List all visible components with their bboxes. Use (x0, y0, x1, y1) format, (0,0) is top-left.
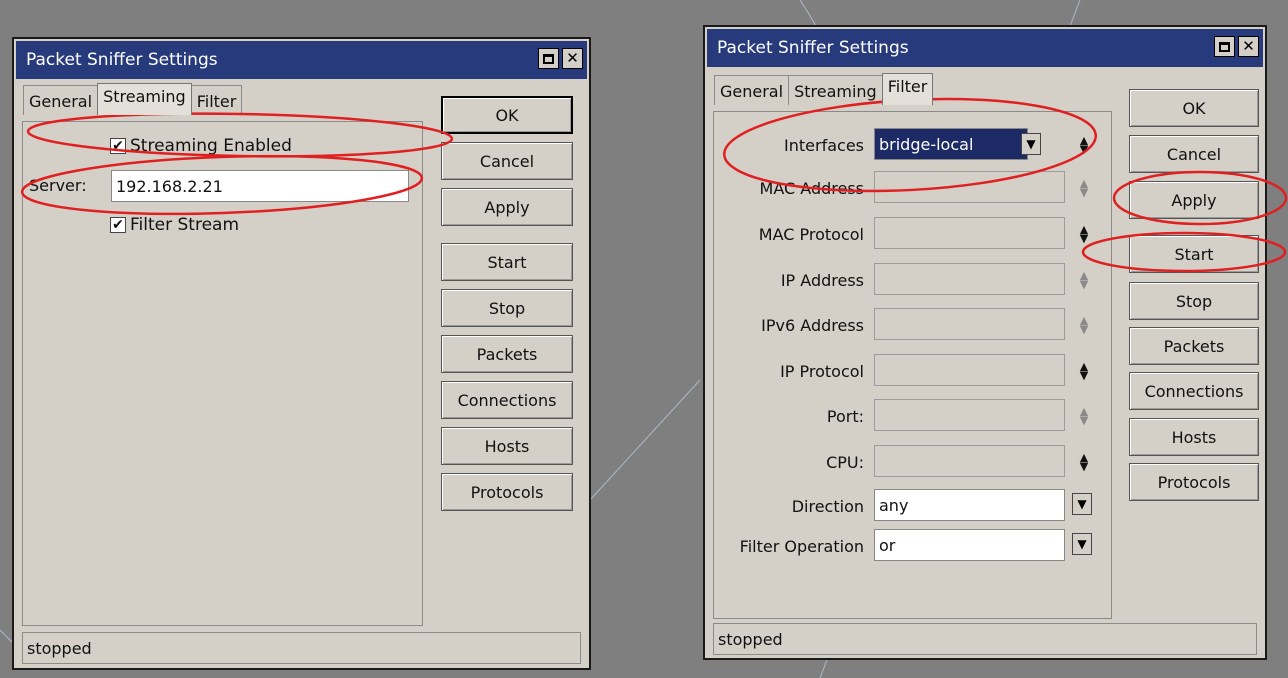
chevron-down-icon[interactable]: ▼ (1072, 533, 1092, 555)
apply-button[interactable]: Apply (441, 188, 573, 226)
title-bar: Packet Sniffer Settings ✕ (16, 41, 587, 79)
cpu-field[interactable] (874, 445, 1065, 477)
cancel-button[interactable]: Cancel (441, 142, 573, 180)
tab-streaming[interactable]: Streaming (97, 83, 192, 115)
chevron-down-icon[interactable]: ▼ (1072, 493, 1092, 515)
port-label: Port: (826, 407, 864, 426)
cpu-label: CPU: (826, 453, 864, 472)
ip-protocol-label: IP Protocol (780, 362, 864, 381)
packets-button[interactable]: Packets (1129, 327, 1259, 365)
ip-protocol-field[interactable] (874, 354, 1065, 386)
updown-icon[interactable]: ▲ ▼ (1077, 270, 1091, 290)
updown-icon[interactable]: ▲ ▼ (1077, 224, 1091, 244)
ok-button[interactable]: OK (441, 96, 573, 134)
stop-button[interactable]: Stop (1129, 282, 1259, 320)
filter-stream-label: Filter Stream (130, 215, 240, 235)
ip-address-field[interactable] (874, 263, 1065, 295)
ok-button[interactable]: OK (1129, 89, 1259, 127)
streaming-enabled-row[interactable]: ✔ Streaming Enabled (110, 136, 292, 156)
title-bar: Packet Sniffer Settings ✕ (707, 29, 1263, 67)
close-icon[interactable]: ✕ (562, 48, 583, 69)
updown-icon[interactable]: ▲ ▼ (1077, 315, 1091, 335)
apply-button[interactable]: Apply (1129, 181, 1259, 219)
mac-address-field[interactable] (874, 171, 1065, 203)
maximize-icon[interactable] (538, 48, 559, 69)
mac-protocol-label: MAC Protocol (758, 225, 864, 244)
server-input[interactable]: 192.168.2.21 (111, 170, 409, 202)
tab-filter[interactable]: Filter (881, 73, 934, 105)
status-bar: stopped (713, 623, 1257, 655)
tab-streaming[interactable]: Streaming (788, 75, 883, 105)
protocols-button[interactable]: Protocols (441, 473, 573, 511)
filter-stream-checkbox[interactable]: ✔ (110, 217, 126, 233)
filter-operation-label: Filter Operation (739, 537, 864, 556)
updown-icon[interactable]: ▲ ▼ (1077, 406, 1091, 426)
ipv6-address-label: IPv6 Address (761, 316, 864, 335)
port-field[interactable] (874, 399, 1065, 431)
start-button[interactable]: Start (1129, 235, 1259, 273)
maximize-icon[interactable] (1214, 36, 1235, 57)
streaming-enabled-label: Streaming Enabled (130, 136, 292, 156)
chevron-down-icon[interactable]: ▼ (1021, 133, 1041, 155)
tab-general[interactable]: General (714, 75, 790, 105)
direction-select[interactable]: any (874, 489, 1065, 521)
interfaces-select[interactable]: bridge-local (874, 128, 1028, 160)
updown-icon[interactable]: ▲ ▼ (1077, 178, 1091, 198)
packet-sniffer-window-streaming: Packet Sniffer Settings ✕ General Stream… (12, 37, 591, 670)
connections-button[interactable]: Connections (1129, 372, 1259, 410)
server-label: Server: (29, 176, 87, 195)
filter-stream-row[interactable]: ✔ Filter Stream (110, 215, 239, 235)
protocols-button[interactable]: Protocols (1129, 463, 1259, 501)
ipv6-address-field[interactable] (874, 308, 1065, 340)
start-button[interactable]: Start (441, 243, 573, 281)
direction-label: Direction (791, 497, 864, 516)
mac-protocol-field[interactable] (874, 217, 1065, 249)
tab-general[interactable]: General (23, 85, 99, 115)
updown-icon[interactable]: ▲ ▼ (1077, 135, 1091, 155)
tab-filter[interactable]: Filter (190, 85, 243, 115)
hosts-button[interactable]: Hosts (441, 427, 573, 465)
streaming-enabled-checkbox[interactable]: ✔ (110, 138, 126, 154)
window-title: Packet Sniffer Settings (26, 50, 218, 70)
filter-operation-select[interactable]: or (874, 529, 1065, 561)
cancel-button[interactable]: Cancel (1129, 135, 1259, 173)
close-icon[interactable]: ✕ (1238, 36, 1259, 57)
status-bar: stopped (22, 632, 581, 664)
filter-panel: Interfaces bridge-local ▼ ▲ ▼ MAC Address… (713, 111, 1112, 619)
updown-icon[interactable]: ▲ ▼ (1077, 361, 1091, 381)
hosts-button[interactable]: Hosts (1129, 418, 1259, 456)
connections-button[interactable]: Connections (441, 381, 573, 419)
packets-button[interactable]: Packets (441, 335, 573, 373)
streaming-panel: ✔ Streaming Enabled Server: 192.168.2.21… (22, 121, 423, 626)
packet-sniffer-window-filter: Packet Sniffer Settings ✕ General Stream… (703, 25, 1267, 660)
stop-button[interactable]: Stop (441, 289, 573, 327)
ip-address-label: IP Address (780, 271, 864, 290)
window-title: Packet Sniffer Settings (717, 38, 909, 58)
updown-icon[interactable]: ▲ ▼ (1077, 452, 1091, 472)
interfaces-label: Interfaces (784, 136, 864, 155)
mac-address-label: MAC Address (759, 179, 864, 198)
